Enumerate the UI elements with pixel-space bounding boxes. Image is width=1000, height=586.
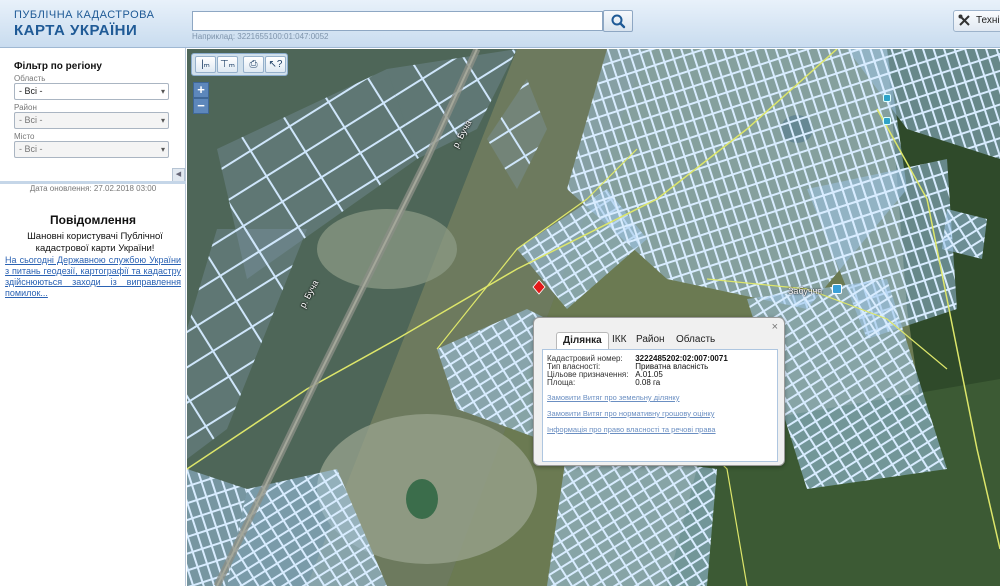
- tab-district[interactable]: Район: [630, 332, 671, 349]
- region-select-value: - Всі -: [19, 86, 43, 96]
- order-valuation-extract-link[interactable]: Замовити Витяг про нормативну грошову оц…: [547, 409, 714, 418]
- tools-icon: [958, 14, 971, 30]
- tech-support-button[interactable]: Техні: [953, 10, 1000, 32]
- ruler-icon: |ₘ: [201, 59, 210, 70]
- search-icon: [611, 14, 626, 29]
- district-label: Район: [14, 103, 37, 112]
- search-hint: Наприклад: 3221655100:01:047:0052: [192, 32, 329, 41]
- zoom-in-button[interactable]: +: [193, 82, 209, 98]
- poi-icon[interactable]: [883, 94, 891, 102]
- area-tool-button[interactable]: ⊤ₘ: [217, 56, 238, 73]
- city-select[interactable]: - Всі - ▾: [14, 141, 169, 158]
- info-label: Площа:: [547, 378, 576, 387]
- popup-body: Кадастровий номер: 3222485202:02:007:007…: [542, 349, 778, 462]
- tab-region[interactable]: Область: [670, 332, 721, 349]
- district-select[interactable]: - Всі - ▾: [14, 112, 169, 129]
- search-button[interactable]: [603, 10, 633, 32]
- tab-parcel[interactable]: Ділянка: [556, 332, 609, 349]
- chevron-down-icon: ▾: [160, 87, 165, 96]
- identify-tool-button[interactable]: ↖?: [265, 56, 286, 73]
- district-select-value: - Всі -: [19, 115, 43, 125]
- date-updated: Дата оновлення: 27.02.2018 03:00: [29, 184, 157, 193]
- app-header: ПУБЛІЧНА КАДАСТРОВА КАРТА УКРАЇНИ Наприк…: [0, 0, 1000, 48]
- region-label: Область: [14, 74, 46, 83]
- print-button[interactable]: ⎙: [243, 56, 264, 73]
- zoom-in-icon: +: [197, 82, 205, 97]
- ruler-tool-button[interactable]: |ₘ: [195, 56, 216, 73]
- logo-line2: КАРТА УКРАЇНИ: [14, 22, 138, 39]
- chevron-down-icon: ▾: [160, 145, 165, 154]
- tab-ikk[interactable]: ІКК: [606, 332, 632, 349]
- logo-line1: ПУБЛІЧНА КАДАСТРОВА: [14, 9, 155, 21]
- app-logo[interactable]: ПУБЛІЧНА КАДАСТРОВА КАРТА УКРАЇНИ: [14, 9, 155, 39]
- place-label: Забуччя: [788, 286, 823, 296]
- zoom-out-button[interactable]: −: [193, 98, 209, 114]
- order-parcel-extract-link[interactable]: Замовити Витяг про земельну ділянку: [547, 393, 680, 402]
- settlement-icon: [832, 284, 842, 294]
- collapse-sidebar-button[interactable]: ◀: [172, 168, 185, 182]
- print-icon: ⎙: [249, 59, 258, 70]
- tech-support-label: Техні: [976, 15, 1000, 26]
- city-select-value: - Всі -: [19, 144, 43, 154]
- chevron-down-icon: ▾: [160, 116, 165, 125]
- city-label: Місто: [14, 132, 35, 141]
- chevron-left-icon: ◀: [175, 171, 182, 178]
- zoom-out-icon: −: [197, 98, 205, 113]
- info-value: 0.08 га: [635, 378, 661, 387]
- poi-icon[interactable]: [883, 117, 891, 125]
- notice-title: Повідомлення: [50, 213, 136, 227]
- region-select[interactable]: - Всі - ▾: [14, 83, 169, 100]
- sidebar: Фільтр по регіону Область - Всі - ▾ Райо…: [0, 48, 186, 586]
- info-row-area: Площа: 0.08 га: [547, 378, 660, 387]
- area-measure-icon: ⊤ₘ: [220, 59, 235, 70]
- notice-link[interactable]: На сьогодні Державною службою України з …: [5, 255, 181, 299]
- parcel-info-popup: × Ділянка ІКК Район Область Кадастровий …: [533, 317, 785, 466]
- search-input[interactable]: [192, 11, 603, 31]
- filter-title: Фільтр по регіону: [14, 61, 102, 72]
- identify-cursor-icon: ↖?: [268, 59, 283, 70]
- notice-body: Шановні користувачі Публічної кадастрово…: [27, 231, 163, 254]
- map-toolbar: |ₘ ⊤ₘ ⎙ ↖?: [191, 53, 288, 76]
- ownership-info-link[interactable]: Інформація про право власності та речові…: [547, 425, 716, 434]
- close-icon[interactable]: ×: [772, 321, 778, 333]
